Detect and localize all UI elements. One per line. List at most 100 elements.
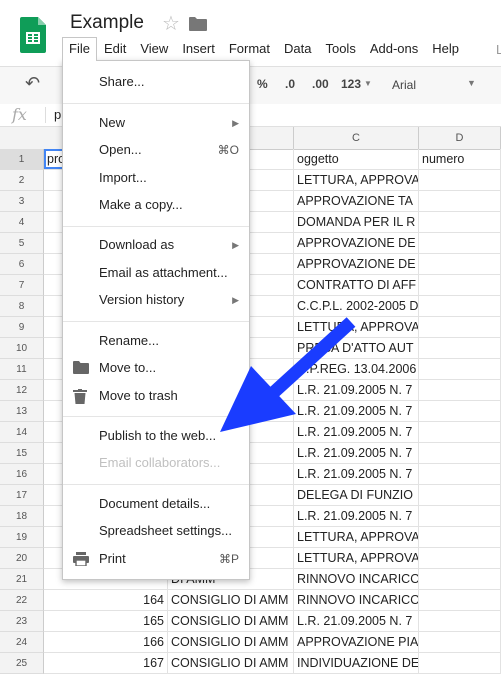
cell-b[interactable]: CONSIGLIO DI AMM <box>168 590 294 610</box>
row-header[interactable]: 19 <box>0 527 44 548</box>
cell-c[interactable]: LETTURA, APPROVA <box>294 527 419 547</box>
menu-item-email-attachment[interactable]: Email as attachment... <box>63 260 249 286</box>
cell-d[interactable] <box>419 527 501 547</box>
menu-insert[interactable]: Insert <box>175 37 222 61</box>
menu-view[interactable]: View <box>133 37 175 61</box>
cell-c[interactable]: APPROVAZIONE TA <box>294 191 419 211</box>
menu-tools[interactable]: Tools <box>318 37 362 61</box>
cell-d[interactable] <box>419 506 501 526</box>
cell-c[interactable]: C.C.P.L. 2002-2005 D <box>294 296 419 316</box>
cell-c[interactable]: D.P.REG. 13.04.2006 <box>294 359 419 379</box>
cell-d[interactable] <box>419 338 501 358</box>
cell-d[interactable] <box>419 233 501 253</box>
cell-a[interactable]: 166 <box>44 632 168 652</box>
cell-a[interactable]: 167 <box>44 653 168 673</box>
folder-icon[interactable] <box>189 17 207 31</box>
row-header[interactable]: 10 <box>0 338 44 359</box>
menu-item-print[interactable]: Print ⌘P <box>63 546 249 572</box>
menu-item-version-history[interactable]: Version history ▶ <box>63 287 249 313</box>
menu-item-publish-to-web[interactable]: Publish to the web... <box>63 423 249 449</box>
cell-d[interactable] <box>419 212 501 232</box>
menu-item-spreadsheet-settings[interactable]: Spreadsheet settings... <box>63 518 249 544</box>
undo-icon[interactable]: ↶ <box>25 73 40 94</box>
row-header[interactable]: 9 <box>0 317 44 338</box>
cell-d[interactable] <box>419 296 501 316</box>
row-header[interactable]: 23 <box>0 611 44 632</box>
cell-a[interactable]: 164 <box>44 590 168 610</box>
column-header-c[interactable]: C <box>294 127 419 149</box>
cell-c[interactable]: L.R. 21.09.2005 N. 7 <box>294 422 419 442</box>
row-header[interactable]: 6 <box>0 254 44 275</box>
cell-c[interactable]: RINNOVO INCARICO <box>294 569 419 589</box>
cell-b[interactable]: CONSIGLIO DI AMM <box>168 632 294 652</box>
row-header[interactable]: 4 <box>0 212 44 233</box>
menu-help[interactable]: Help <box>425 37 466 61</box>
cell-c[interactable]: APPROVAZIONE DE <box>294 254 419 274</box>
select-all-corner[interactable] <box>0 127 45 150</box>
cell-c[interactable]: APPROVAZIONE PIA <box>294 632 419 652</box>
row-header[interactable]: 1 <box>0 149 44 170</box>
row-header[interactable]: 5 <box>0 233 44 254</box>
sheets-logo-icon[interactable] <box>20 17 46 53</box>
menu-item-share[interactable]: Share... <box>63 69 249 95</box>
cell-d[interactable] <box>419 464 501 484</box>
cell-d[interactable] <box>419 485 501 505</box>
cell-c[interactable]: INDIVIDUAZIONE DE <box>294 653 419 673</box>
menu-item-download-as[interactable]: Download as ▶ <box>63 232 249 258</box>
cell-c[interactable]: RINNOVO INCARICO <box>294 590 419 610</box>
formula-input[interactable]: p <box>54 107 61 122</box>
cell-c[interactable]: APPROVAZIONE DE <box>294 233 419 253</box>
increase-decimal-button[interactable]: .00 <box>312 77 329 91</box>
row-header[interactable]: 15 <box>0 443 44 464</box>
cell-c[interactable]: CONTRATTO DI AFF <box>294 275 419 295</box>
star-icon[interactable]: ☆ <box>162 11 180 36</box>
cell-c[interactable]: DOMANDA PER IL R <box>294 212 419 232</box>
cell-c[interactable]: LETTURA, APPROVA <box>294 170 419 190</box>
row-header[interactable]: 3 <box>0 191 44 212</box>
cell-c[interactable]: L.R. 21.09.2005 N. 7 <box>294 380 419 400</box>
column-header-d[interactable]: D <box>419 127 501 149</box>
cell-c[interactable]: L.R. 21.09.2005 N. 7 <box>294 401 419 421</box>
cell-d[interactable] <box>419 590 501 610</box>
menu-item-move-to-trash[interactable]: Move to trash <box>63 383 249 409</box>
decrease-decimal-button[interactable]: .0 <box>285 77 295 91</box>
row-header[interactable]: 25 <box>0 653 44 674</box>
row-header[interactable]: 14 <box>0 422 44 443</box>
cell-c[interactable]: L.R. 21.09.2005 N. 7 <box>294 506 419 526</box>
percent-format-button[interactable]: % <box>257 77 268 91</box>
last-edit-link[interactable]: L <box>496 42 501 57</box>
row-header[interactable]: 11 <box>0 359 44 380</box>
row-header[interactable]: 20 <box>0 548 44 569</box>
menu-item-make-copy[interactable]: Make a copy... <box>63 192 249 218</box>
row-header[interactable]: 12 <box>0 380 44 401</box>
cell-c[interactable]: PRESA D'ATTO AUT <box>294 338 419 358</box>
menu-edit[interactable]: Edit <box>97 37 133 61</box>
more-formats-button[interactable]: 123 <box>341 77 361 91</box>
cell-d[interactable] <box>419 632 501 652</box>
cell-c[interactable]: LETTURA, APPROVA <box>294 317 419 337</box>
row-header[interactable]: 21 <box>0 569 44 590</box>
cell-d[interactable] <box>419 443 501 463</box>
row-header[interactable]: 22 <box>0 590 44 611</box>
cell-d[interactable] <box>419 275 501 295</box>
document-title[interactable]: Example <box>70 12 144 34</box>
cell-d[interactable]: numero <box>419 149 501 169</box>
row-header[interactable]: 7 <box>0 275 44 296</box>
cell-c[interactable]: L.R. 21.09.2005 N. 7 <box>294 611 419 631</box>
menu-format[interactable]: Format <box>222 37 277 61</box>
row-header[interactable]: 18 <box>0 506 44 527</box>
cell-b[interactable]: CONSIGLIO DI AMM <box>168 611 294 631</box>
font-select[interactable]: Arial <box>392 78 416 92</box>
cell-c[interactable]: LETTURA, APPROVA <box>294 548 419 568</box>
cell-d[interactable] <box>419 359 501 379</box>
cell-c[interactable]: DELEGA DI FUNZIO <box>294 485 419 505</box>
row-header[interactable]: 17 <box>0 485 44 506</box>
menu-item-rename[interactable]: Rename... <box>63 328 249 354</box>
cell-d[interactable] <box>419 380 501 400</box>
menu-item-document-details[interactable]: Document details... <box>63 491 249 517</box>
cell-d[interactable] <box>419 254 501 274</box>
cell-a[interactable]: 165 <box>44 611 168 631</box>
cell-b[interactable]: CONSIGLIO DI AMM <box>168 653 294 673</box>
row-header[interactable]: 2 <box>0 170 44 191</box>
row-header[interactable]: 13 <box>0 401 44 422</box>
